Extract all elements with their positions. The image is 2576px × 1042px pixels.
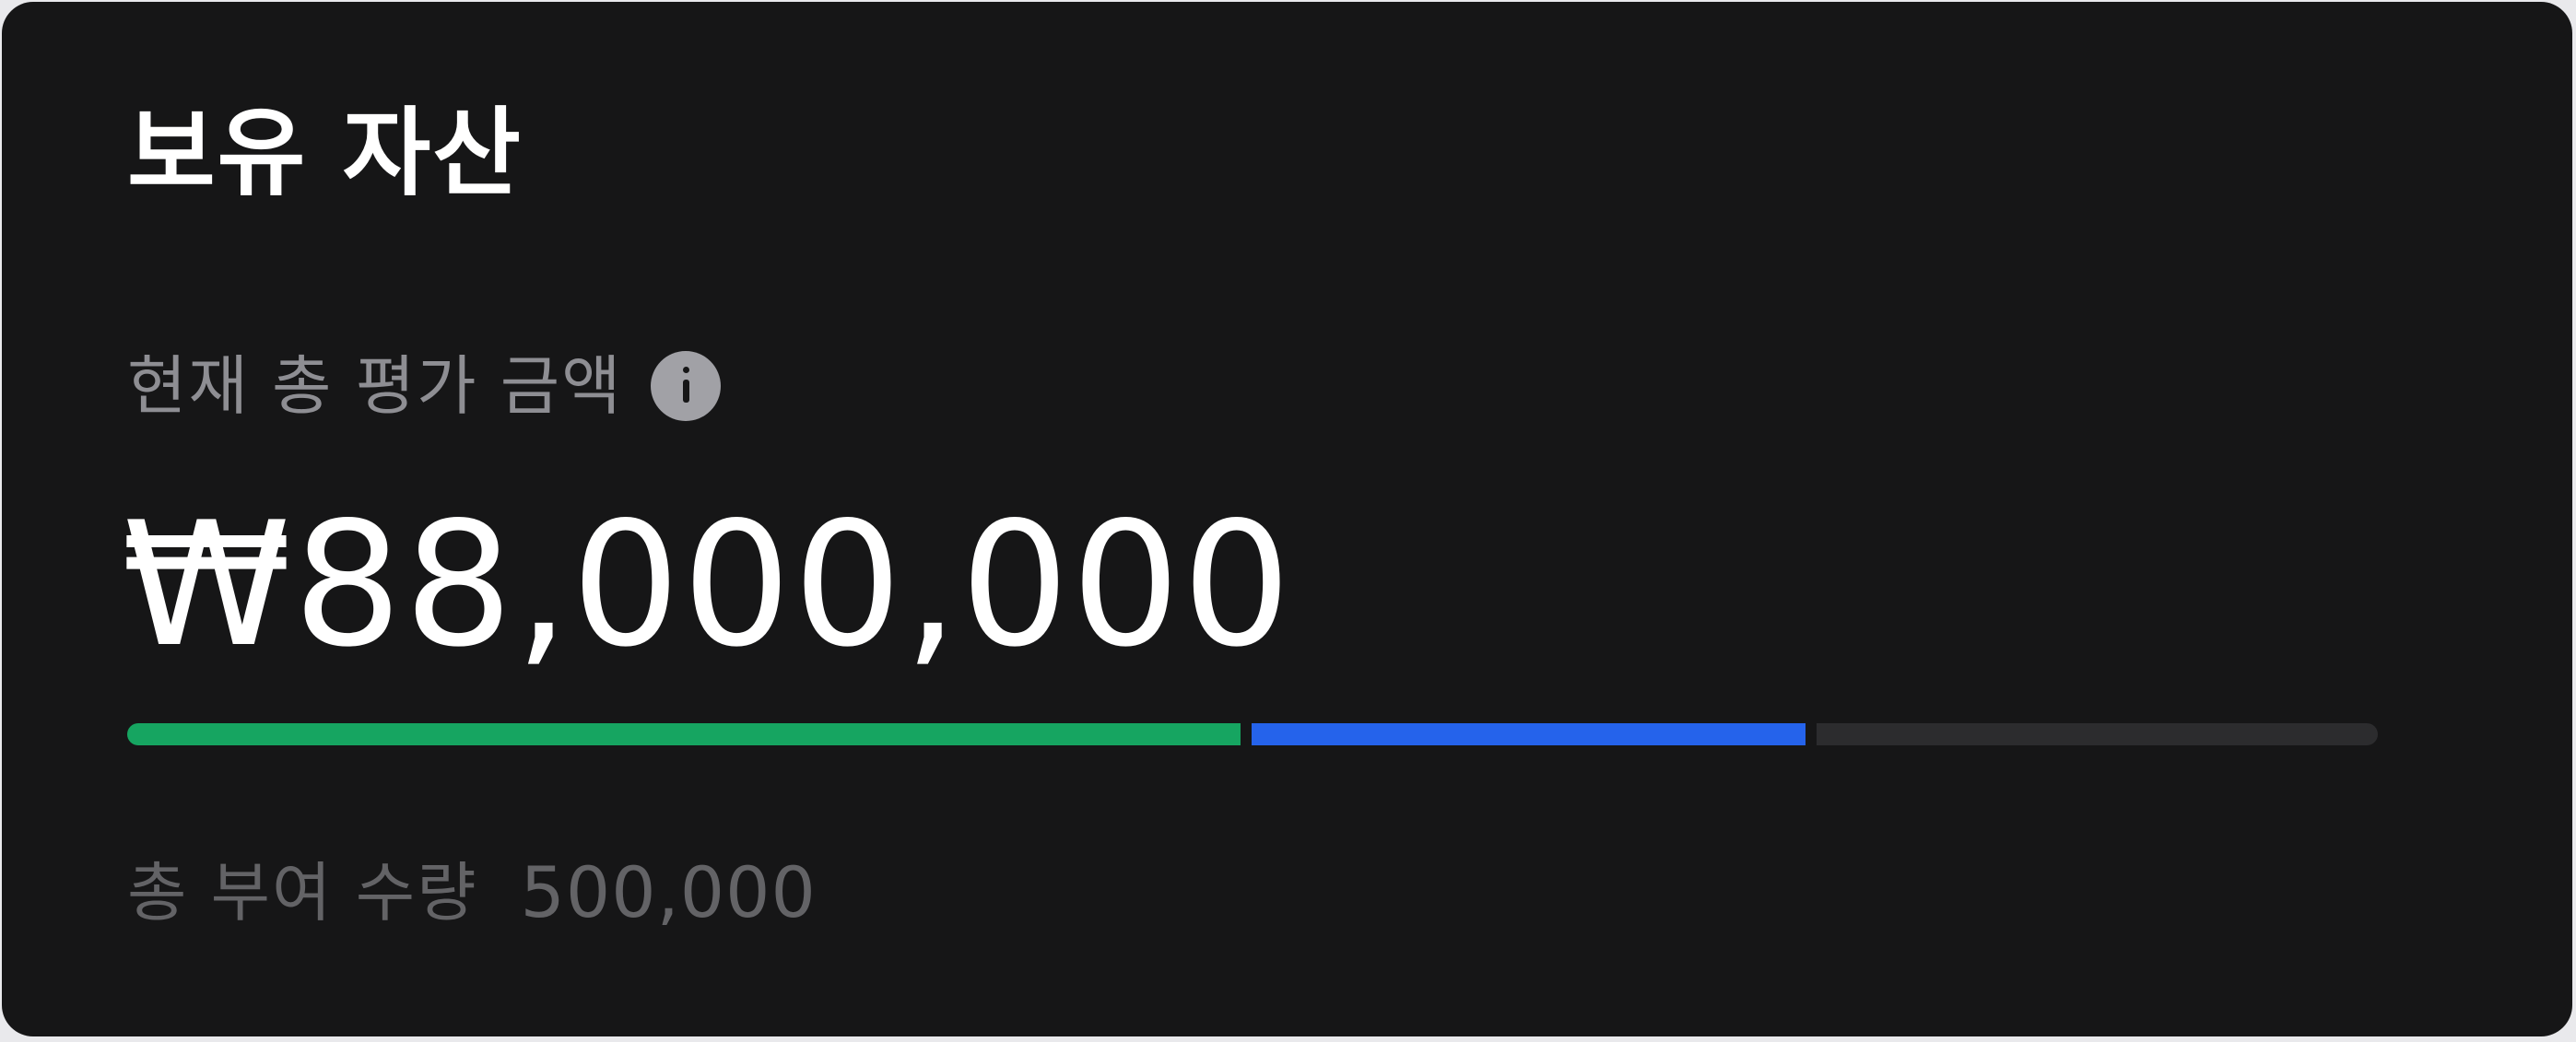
- card-title: 보유 자산: [127, 97, 523, 209]
- progress-segment-green: [127, 723, 1241, 745]
- holdings-card: 보유 자산 현재 총 평가 금액 ₩88,000,000 총 부여 수량 500…: [2, 2, 2572, 1036]
- progress-segment-remaining: [1817, 723, 2378, 745]
- valuation-label: 현재 총 평가 금액: [127, 348, 623, 424]
- grant-quantity-row: 총 부여 수량 500,000: [127, 851, 817, 934]
- info-icon[interactable]: [650, 351, 721, 421]
- valuation-label-row: 현재 총 평가 금액: [127, 345, 721, 427]
- grant-quantity-label: 총 부여 수량: [127, 855, 478, 931]
- total-valuation-amount: ₩88,000,000: [122, 485, 1293, 685]
- grant-quantity-value: 500,000: [520, 851, 817, 933]
- progress-segment-blue: [1252, 723, 1806, 745]
- allocation-progress-bar: [127, 723, 2378, 745]
